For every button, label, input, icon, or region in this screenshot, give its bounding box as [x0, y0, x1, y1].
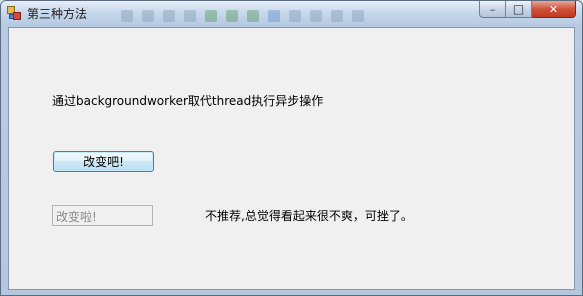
- maximize-button[interactable]: □: [506, 1, 532, 18]
- minimize-icon: –: [489, 2, 496, 16]
- minimize-button[interactable]: –: [479, 1, 506, 18]
- title-bar[interactable]: 第三种方法 – □ ✕: [1, 1, 582, 26]
- status-textbox[interactable]: 改变啦!: [52, 205, 153, 226]
- note-label: 不推荐,总觉得看起来很不爽，可挫了。: [205, 209, 413, 223]
- maximize-icon: □: [512, 2, 525, 16]
- form-client-area: 通过backgroundworker取代thread执行异步操作 改变吧! 改变…: [8, 27, 575, 290]
- app-icon: [7, 6, 21, 20]
- window-title: 第三种方法: [27, 7, 88, 21]
- caption-buttons: – □ ✕: [479, 1, 576, 19]
- close-icon: ✕: [548, 2, 559, 16]
- app-window: 第三种方法 – □ ✕ 通过backgroundworker取代thread执行…: [0, 0, 583, 296]
- background-toolbar-ghost: [121, 7, 451, 22]
- change-button[interactable]: 改变吧!: [53, 151, 154, 172]
- description-label: 通过backgroundworker取代thread执行异步操作: [52, 94, 324, 108]
- close-button[interactable]: ✕: [532, 1, 576, 18]
